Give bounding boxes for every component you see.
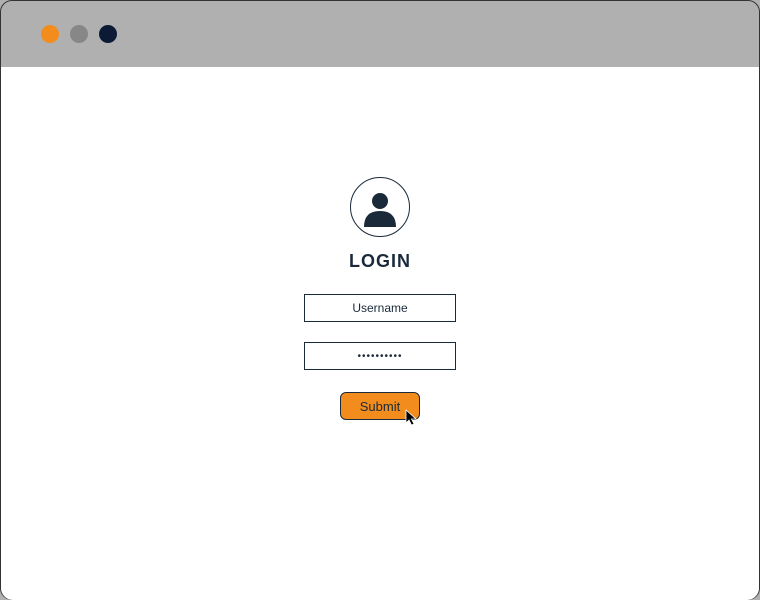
app-window: LOGIN Username •••••••••• Submit [0,0,760,600]
login-title: LOGIN [349,251,411,272]
close-dot[interactable] [41,25,59,43]
password-input[interactable]: •••••••••• [304,342,456,370]
content-area: LOGIN Username •••••••••• Submit [1,67,759,600]
minimize-dot[interactable] [70,25,88,43]
avatar-icon [350,177,410,237]
maximize-dot[interactable] [99,25,117,43]
username-input[interactable]: Username [304,294,456,322]
submit-button[interactable]: Submit [340,392,420,420]
titlebar [1,1,759,67]
